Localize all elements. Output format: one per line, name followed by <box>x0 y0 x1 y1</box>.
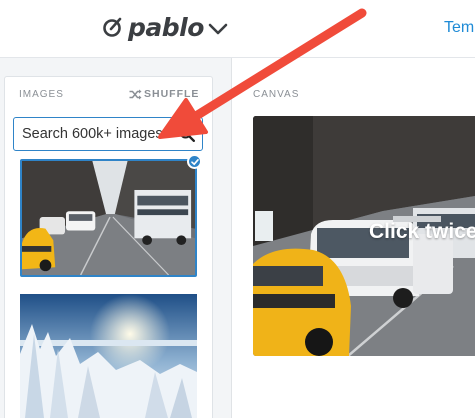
pablo-logo-icon <box>103 17 122 37</box>
top-bar: pablo Tem <box>0 0 475 58</box>
image-search-box <box>13 117 203 151</box>
images-section-label: IMAGES <box>19 89 64 100</box>
shuffle-label: SHUFFLE <box>144 88 200 100</box>
selected-check-icon <box>187 154 202 169</box>
image-thumbnail-snowy-landscape[interactable] <box>20 294 197 418</box>
brand-name: pablo <box>128 12 204 42</box>
search-input[interactable] <box>14 118 174 149</box>
search-icon[interactable] <box>179 126 195 142</box>
canvas-overlay-text[interactable]: Click twice t <box>369 220 475 244</box>
nav-link-templates[interactable]: Tem <box>444 19 474 37</box>
image-thumbnail-city-street[interactable] <box>20 159 197 277</box>
snowy-landscape-image <box>20 294 197 418</box>
shuffle-button[interactable]: SHUFFLE <box>129 88 199 100</box>
canvas-section-label: CANVAS <box>253 89 300 100</box>
shuffle-icon <box>129 89 142 99</box>
brand-menu[interactable]: pablo <box>102 10 228 44</box>
city-street-image <box>22 161 195 275</box>
chevron-down-icon <box>208 23 228 35</box>
